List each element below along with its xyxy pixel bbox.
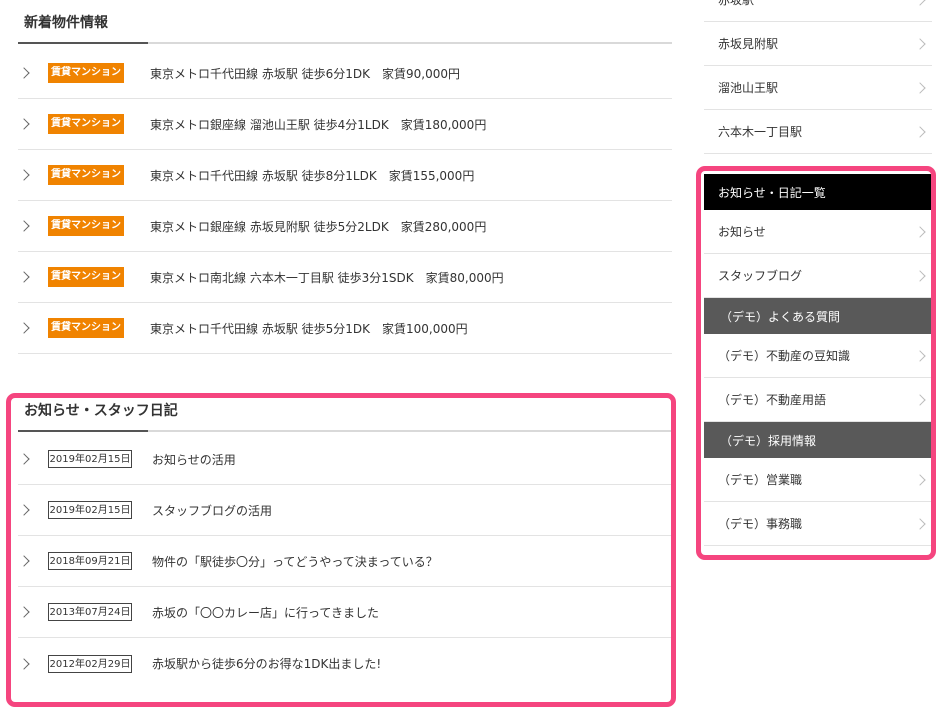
sidebar-station-label: 赤坂見附駅 [718,37,779,51]
sidebar-station-label: 六本木一丁目駅 [718,125,803,139]
sidebar-news-link[interactable]: お知らせ [704,210,932,254]
sidebar-station-link[interactable]: 赤坂見附駅 [704,22,932,66]
main-column: 新着物件情報 賃貸マンション 東京メトロ千代田線 赤坂駅 徒歩6分1DK 家賃9… [18,0,672,689]
sidebar-link-label: （デモ）不動産の豆知識 [718,349,851,363]
property-row[interactable]: 賃貸マンション 東京メトロ千代田線 赤坂駅 徒歩8分1LDK 家賃155,000… [18,150,672,201]
property-type-badge: 賃貸マンション [48,63,124,83]
sidebar-link-label: スタッフブログ [718,269,803,283]
chevron-right-icon [18,67,30,79]
property-link[interactable]: 東京メトロ千代田線 赤坂駅 徒歩6分1DK 家賃90,000円 [150,65,460,82]
chevron-right-icon [18,118,30,130]
chevron-right-icon [18,606,30,618]
chevron-right-icon [18,220,30,232]
chevron-right-icon [914,517,926,530]
sidebar-link-label: （デモ）営業職 [718,473,803,487]
sidebar-category-faq[interactable]: （デモ）よくある質問 [704,298,932,334]
news-link[interactable]: 物件の「駅徒歩〇分」ってどうやって決まっている？ [152,553,438,570]
property-row[interactable]: 賃貸マンション 東京メトロ千代田線 赤坂駅 徒歩5分1DK 家賃100,000円 [18,303,672,354]
chevron-right-icon [18,657,30,670]
property-type-badge: 賃貸マンション [48,165,124,185]
sidebar-recruit-link[interactable]: （デモ）事務職 [704,502,932,546]
news-row[interactable]: 2013年07月24日 赤坂の「〇〇カレー店」に行ってきました [18,587,672,638]
property-link[interactable]: 東京メトロ南北線 六本木一丁目駅 徒歩3分1SDK 家賃80,000円 [150,269,504,286]
chevron-right-icon [18,453,30,465]
property-type-badge: 賃貸マンション [48,114,124,134]
news-date: 2012年02月29日 [48,654,132,673]
sidebar-news-link[interactable]: スタッフブログ [704,254,932,298]
news-date: 2018年09月21日 [48,552,132,570]
news-row[interactable]: 2012年02月29日 赤坂駅から徒歩6分のお得な1DK出ました! [18,638,672,689]
chevron-right-icon [914,473,926,486]
chevron-right-icon [914,125,926,138]
property-link[interactable]: 東京メトロ銀座線 溜池山王駅 徒歩4分1LDK 家賃180,000円 [150,116,486,133]
property-row[interactable]: 賃貸マンション 東京メトロ南北線 六本木一丁目駅 徒歩3分1SDK 家賃80,0… [18,252,672,303]
property-link[interactable]: 東京メトロ千代田線 赤坂駅 徒歩8分1LDK 家賃155,000円 [150,167,474,184]
property-row[interactable]: 賃貸マンション 東京メトロ千代田線 赤坂駅 徒歩6分1DK 家賃90,000円 [18,48,672,99]
sidebar-station-link[interactable]: 六本木一丁目駅 [704,110,932,154]
chevron-right-icon [18,322,30,334]
news-date: 2019年02月15日 [48,501,132,519]
sidebar-station-label: 溜池山王駅 [718,81,779,95]
sidebar-link-label: お知らせ [718,225,766,239]
chevron-right-icon [914,0,926,6]
property-type-badge: 賃貸マンション [48,267,124,287]
sidebar-news-heading: お知らせ・日記一覧 [704,174,932,210]
news-date: 2019年02月15日 [48,450,132,468]
sidebar-faq-link[interactable]: （デモ）不動産用語 [704,378,932,422]
sidebar-link-label: （デモ）不動産用語 [718,393,827,407]
chevron-right-icon [18,555,30,567]
sidebar-faq-link[interactable]: （デモ）不動産の豆知識 [704,334,932,378]
chevron-right-icon [914,393,926,406]
sidebar-category-recruit[interactable]: （デモ）採用情報 [704,422,932,458]
news-link[interactable]: スタッフブログの活用 [152,502,272,519]
property-type-badge: 賃貸マンション [48,318,124,338]
news-row[interactable]: 2019年02月15日 スタッフブログの活用 [18,485,672,536]
sidebar-link-label: （デモ）事務職 [718,517,803,531]
chevron-right-icon [914,81,926,94]
sidebar-station-link[interactable]: 赤坂駅 [704,0,932,22]
property-type-badge: 賃貸マンション [48,216,124,236]
sidebar: 赤坂駅 赤坂見附駅 溜池山王駅 六本木一丁目駅 お知らせ・日記一覧 お知らせ ス… [704,0,932,546]
news-date: 2013年07月24日 [48,603,132,621]
sidebar-station-link[interactable]: 溜池山王駅 [704,66,932,110]
chevron-right-icon [914,37,926,50]
property-link[interactable]: 東京メトロ銀座線 赤坂見附駅 徒歩5分2LDK 家賃280,000円 [150,218,486,235]
property-link[interactable]: 東京メトロ千代田線 赤坂駅 徒歩5分1DK 家賃100,000円 [150,320,468,337]
news-section-title: お知らせ・スタッフ日記 [18,388,672,432]
property-row[interactable]: 賃貸マンション 東京メトロ銀座線 赤坂見附駅 徒歩5分2LDK 家賃280,00… [18,201,672,252]
chevron-right-icon [18,169,30,181]
news-link[interactable]: 赤坂駅から徒歩6分のお得な1DK出ました! [152,655,381,672]
news-row[interactable]: 2018年09月21日 物件の「駅徒歩〇分」ってどうやって決まっている？ [18,536,672,587]
properties-section-title: 新着物件情報 [18,0,672,44]
chevron-right-icon [914,225,926,238]
sidebar-recruit-link[interactable]: （デモ）営業職 [704,458,932,502]
chevron-right-icon [18,271,30,283]
chevron-right-icon [914,349,926,362]
news-row[interactable]: 2019年02月15日 お知らせの活用 [18,434,672,485]
chevron-right-icon [18,504,30,516]
sidebar-station-label: 赤坂駅 [718,0,755,7]
news-link[interactable]: お知らせの活用 [152,451,236,468]
chevron-right-icon [914,269,926,282]
news-link[interactable]: 赤坂の「〇〇カレー店」に行ってきました [152,604,379,621]
property-row[interactable]: 賃貸マンション 東京メトロ銀座線 溜池山王駅 徒歩4分1LDK 家賃180,00… [18,99,672,150]
